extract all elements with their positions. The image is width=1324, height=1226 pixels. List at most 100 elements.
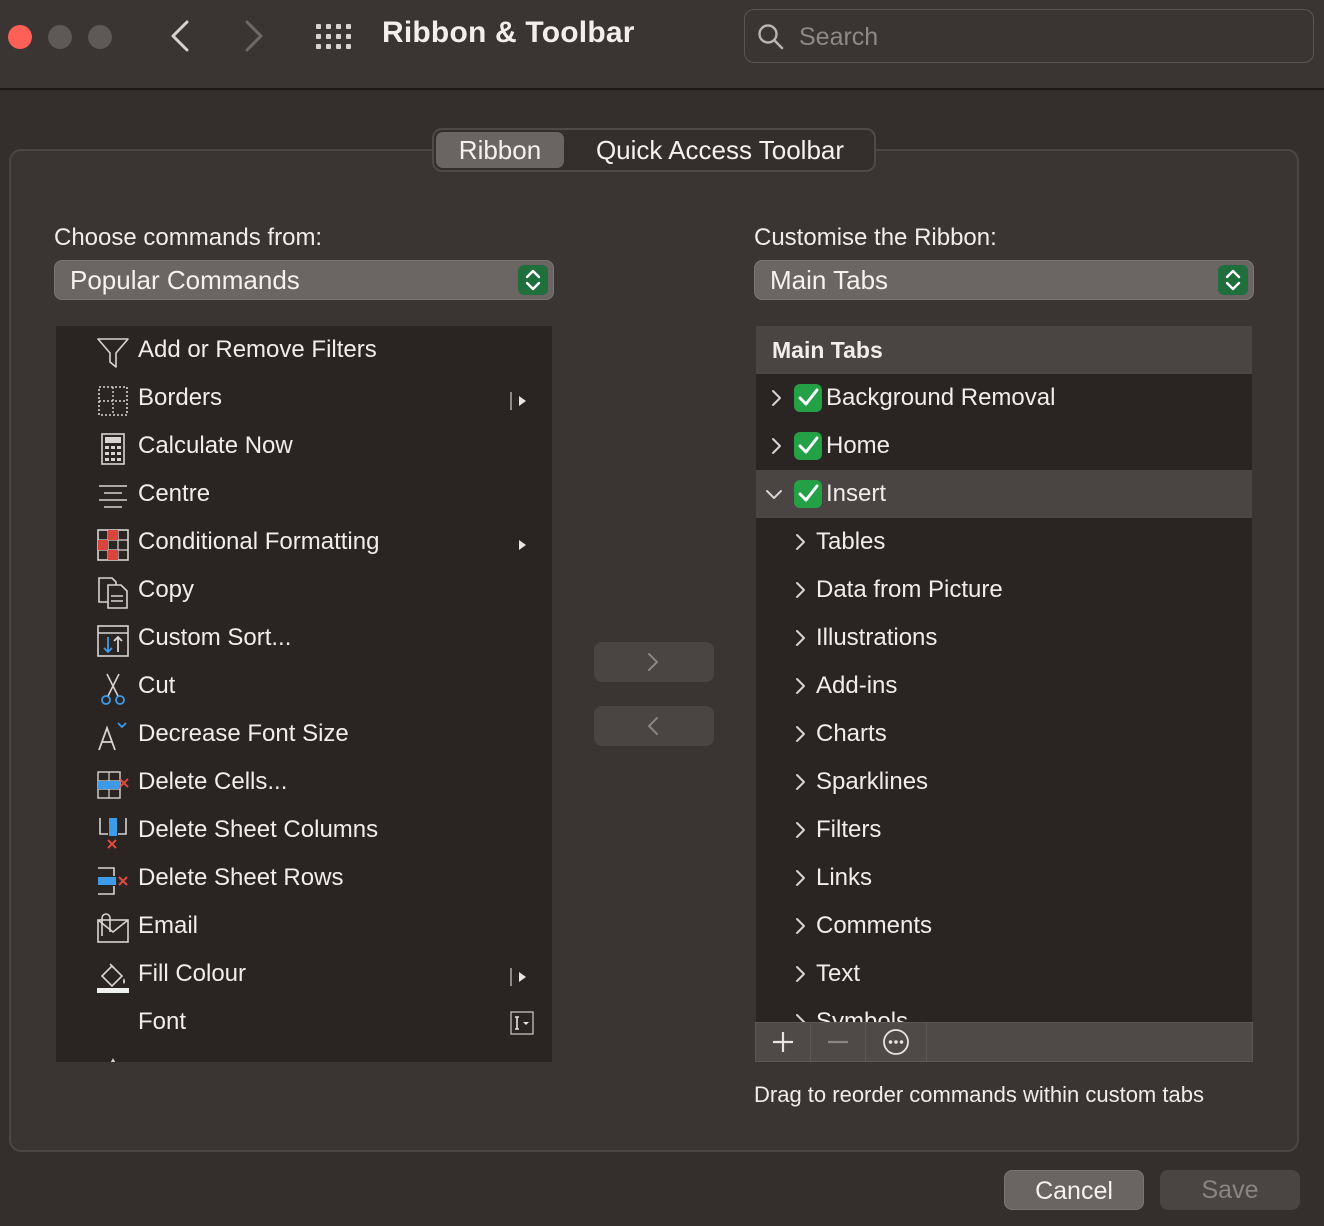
back-button[interactable]: [164, 18, 200, 54]
close-window-button[interactable]: [8, 25, 32, 49]
tab-ribbon[interactable]: Ribbon: [436, 132, 564, 168]
chevron-right-icon[interactable]: [790, 964, 810, 984]
tree-group-charts[interactable]: Charts: [756, 710, 1252, 758]
command-delete-sheet-columns[interactable]: Delete Sheet Columns: [56, 808, 552, 856]
show-all-button[interactable]: [314, 22, 354, 52]
tree-group-sparklines[interactable]: Sparklines: [756, 758, 1252, 806]
chevron-right-icon[interactable]: [790, 580, 810, 600]
tree-group-text[interactable]: Text: [756, 950, 1252, 998]
minimize-window-button[interactable]: [48, 25, 72, 49]
tree-item-home[interactable]: Home: [756, 422, 1252, 470]
command-custom-sort[interactable]: Custom Sort...: [56, 616, 552, 664]
search-field[interactable]: [744, 9, 1314, 63]
save-button[interactable]: Save: [1160, 1170, 1300, 1210]
chevron-down-icon[interactable]: [764, 484, 784, 504]
remove-command-button[interactable]: [594, 706, 714, 746]
custom-sort-icon: [97, 625, 129, 657]
commands-source-popup[interactable]: Popular Commands: [54, 260, 554, 300]
checkbox-checked-icon[interactable]: [794, 480, 822, 508]
minus-icon: [828, 1040, 848, 1044]
checkbox-checked-icon[interactable]: [794, 432, 822, 460]
copy-icon: [98, 577, 128, 609]
ribbon-tabs-tree[interactable]: Main Tabs Background Removal Home Insert…: [756, 326, 1252, 1022]
tab-quick-access-toolbar[interactable]: Quick Access Toolbar: [570, 132, 870, 168]
command-cut[interactable]: Cut: [56, 664, 552, 712]
command-calculate-now[interactable]: Calculate Now: [56, 424, 552, 472]
more-options-icon: [883, 1029, 909, 1055]
tree-group-add-ins[interactable]: Add-ins: [756, 662, 1252, 710]
command-delete-sheet-rows[interactable]: Delete Sheet Rows: [56, 856, 552, 904]
submenu-arrow-icon[interactable]: [510, 390, 532, 412]
tab-switcher: Ribbon Quick Access Toolbar: [432, 128, 876, 172]
updown-stepper-icon: [518, 265, 548, 295]
command-centre[interactable]: Centre: [56, 472, 552, 520]
ribbon-tabs-popup[interactable]: Main Tabs: [754, 260, 1254, 300]
fill-colour-icon: [97, 963, 129, 993]
cancel-button[interactable]: Cancel: [1004, 1170, 1144, 1210]
borders-icon: [98, 386, 128, 416]
tree-group-data-from-picture[interactable]: Data from Picture: [756, 566, 1252, 614]
zoom-window-button[interactable]: [88, 25, 112, 49]
font-box-icon[interactable]: [510, 1011, 534, 1035]
more-options-button[interactable]: [866, 1023, 927, 1061]
delete-cells-icon: [97, 771, 129, 799]
chevron-right-icon[interactable]: [790, 1012, 810, 1022]
submenu-arrow-icon[interactable]: [510, 966, 532, 988]
grid-icon: [316, 24, 351, 49]
command-partial[interactable]: [56, 1048, 552, 1062]
submenu-arrow-icon[interactable]: [510, 534, 532, 556]
filter-icon: [97, 338, 129, 368]
forward-button[interactable]: [236, 18, 272, 54]
command-fill-colour[interactable]: Fill Colour: [56, 952, 552, 1000]
scissors-icon: [101, 673, 125, 705]
search-input[interactable]: [797, 18, 1301, 56]
command-font[interactable]: Font: [56, 1000, 552, 1048]
checkbox-checked-icon[interactable]: [794, 384, 822, 412]
chevron-left-icon: [171, 20, 189, 52]
plus-icon: [773, 1032, 793, 1052]
tree-group-filters[interactable]: Filters: [756, 806, 1252, 854]
chevron-right-icon[interactable]: [790, 820, 810, 840]
add-command-button[interactable]: [594, 642, 714, 682]
tree-header: Main Tabs: [756, 326, 1252, 374]
command-delete-cells[interactable]: Delete Cells...: [56, 760, 552, 808]
command-borders[interactable]: Borders: [56, 376, 552, 424]
tree-item-background-removal[interactable]: Background Removal: [756, 374, 1252, 422]
tree-group-illustrations[interactable]: Illustrations: [756, 614, 1252, 662]
search-icon: [758, 24, 784, 50]
ribbon-tabs-value: Main Tabs: [770, 265, 889, 295]
command-conditional-formatting[interactable]: Conditional Formatting: [56, 520, 552, 568]
remove-item-button[interactable]: [811, 1023, 866, 1061]
tree-group-comments[interactable]: Comments: [756, 902, 1252, 950]
align-center-icon: [99, 485, 127, 508]
chevron-right-icon[interactable]: [766, 436, 786, 456]
tree-group-tables[interactable]: Tables: [756, 518, 1252, 566]
calculator-icon: [101, 433, 125, 465]
chevron-right-icon[interactable]: [790, 532, 810, 552]
chevron-right-icon[interactable]: [790, 724, 810, 744]
chevron-right-icon[interactable]: [790, 916, 810, 936]
command-copy[interactable]: Copy: [56, 568, 552, 616]
choose-commands-label: Choose commands from:: [54, 224, 323, 251]
window-title: Ribbon & Toolbar: [382, 16, 635, 49]
chevron-right-icon[interactable]: [790, 772, 810, 792]
title-bar: Ribbon & Toolbar: [0, 0, 1324, 90]
delete-columns-icon: [99, 818, 127, 849]
chevron-right-icon: [648, 653, 658, 671]
chevron-right-icon[interactable]: [766, 388, 786, 408]
command-decrease-font-size[interactable]: Decrease Font Size: [56, 712, 552, 760]
customise-ribbon-label: Customise the Ribbon:: [754, 224, 997, 251]
tree-group-links[interactable]: Links: [756, 854, 1252, 902]
command-email[interactable]: Email: [56, 904, 552, 952]
commands-list[interactable]: Add or Remove Filters Borders Calculate …: [56, 326, 552, 1062]
command-add-or-remove-filters[interactable]: Add or Remove Filters: [56, 328, 552, 376]
tree-group-symbols[interactable]: Symbols: [756, 998, 1252, 1022]
chevron-right-icon[interactable]: [790, 628, 810, 648]
conditional-formatting-icon: [97, 529, 129, 561]
tree-item-insert[interactable]: Insert: [756, 470, 1252, 518]
chevron-right-icon[interactable]: [790, 868, 810, 888]
add-item-button[interactable]: [756, 1023, 811, 1061]
chevron-right-icon[interactable]: [790, 676, 810, 696]
email-icon: [97, 913, 129, 943]
reorder-hint: Drag to reorder commands within custom t…: [754, 1082, 1204, 1107]
